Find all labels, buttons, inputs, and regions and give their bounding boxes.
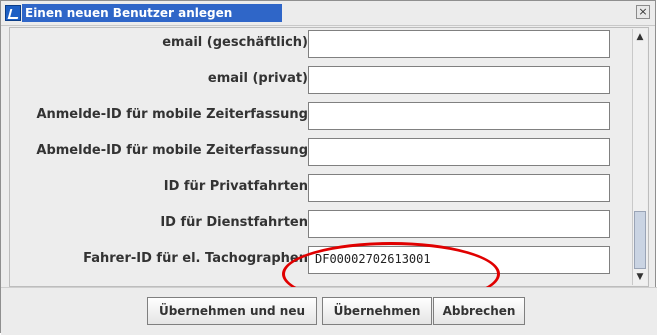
driver-id-input[interactable]: DF00002702613001 — [308, 246, 610, 274]
business-trip-id-label: ID für Dienstfahrten — [160, 215, 308, 230]
email-business-row: email (geschäftlich) — [10, 30, 622, 58]
window-title: Einen neuen Benutzer anlegen — [22, 4, 282, 22]
dialog-window: Einen neuen Benutzer anlegen × email (ge… — [0, 0, 657, 335]
logout-id-label: Abmelde-ID für mobile Zeiterfassung — [36, 143, 308, 158]
email-private-input[interactable] — [308, 66, 610, 94]
private-trip-id-row: ID für Privatfahrten — [10, 174, 622, 202]
cancel-button[interactable]: Abbrechen — [433, 297, 525, 325]
email-private-row: email (privat) — [10, 66, 622, 94]
email-private-label: email (privat) — [207, 71, 308, 86]
button-bar: Übernehmen und neu Übernehmen Abbrechen — [1, 287, 657, 335]
logout-id-input[interactable] — [308, 138, 610, 166]
title-bar: Einen neuen Benutzer anlegen × — [1, 1, 655, 26]
close-icon[interactable]: × — [636, 5, 650, 19]
login-id-row: Anmelde-ID für mobile Zeiterfassung — [10, 102, 622, 130]
form-panel: email (geschäftlich) email (privat) Anme… — [9, 27, 649, 306]
login-id-label: Anmelde-ID für mobile Zeiterfassung — [36, 107, 308, 122]
email-business-label: email (geschäftlich) — [162, 35, 308, 50]
business-trip-id-row: ID für Dienstfahrten — [10, 210, 622, 238]
apply-button[interactable]: Übernehmen — [322, 297, 432, 325]
driver-id-row: Fahrer-ID für el. Tachographen DF0000270… — [10, 246, 622, 274]
apply-and-new-button[interactable]: Übernehmen und neu — [147, 297, 317, 325]
logout-id-row: Abmelde-ID für mobile Zeiterfassung — [10, 138, 622, 166]
private-trip-id-input[interactable] — [308, 174, 610, 202]
driver-id-label: Fahrer-ID für el. Tachographen — [83, 251, 308, 266]
scroll-up-icon[interactable]: ▲ — [634, 31, 646, 43]
scroll-thumb[interactable] — [634, 211, 646, 269]
private-trip-id-label: ID für Privatfahrten — [163, 179, 308, 194]
business-trip-id-input[interactable] — [308, 210, 610, 238]
app-icon — [5, 5, 21, 21]
login-id-input[interactable] — [308, 102, 610, 130]
scroll-down-icon[interactable]: ▼ — [634, 271, 646, 283]
vertical-scrollbar[interactable]: ▲ ▼ — [632, 29, 647, 285]
email-business-input[interactable] — [308, 30, 610, 58]
